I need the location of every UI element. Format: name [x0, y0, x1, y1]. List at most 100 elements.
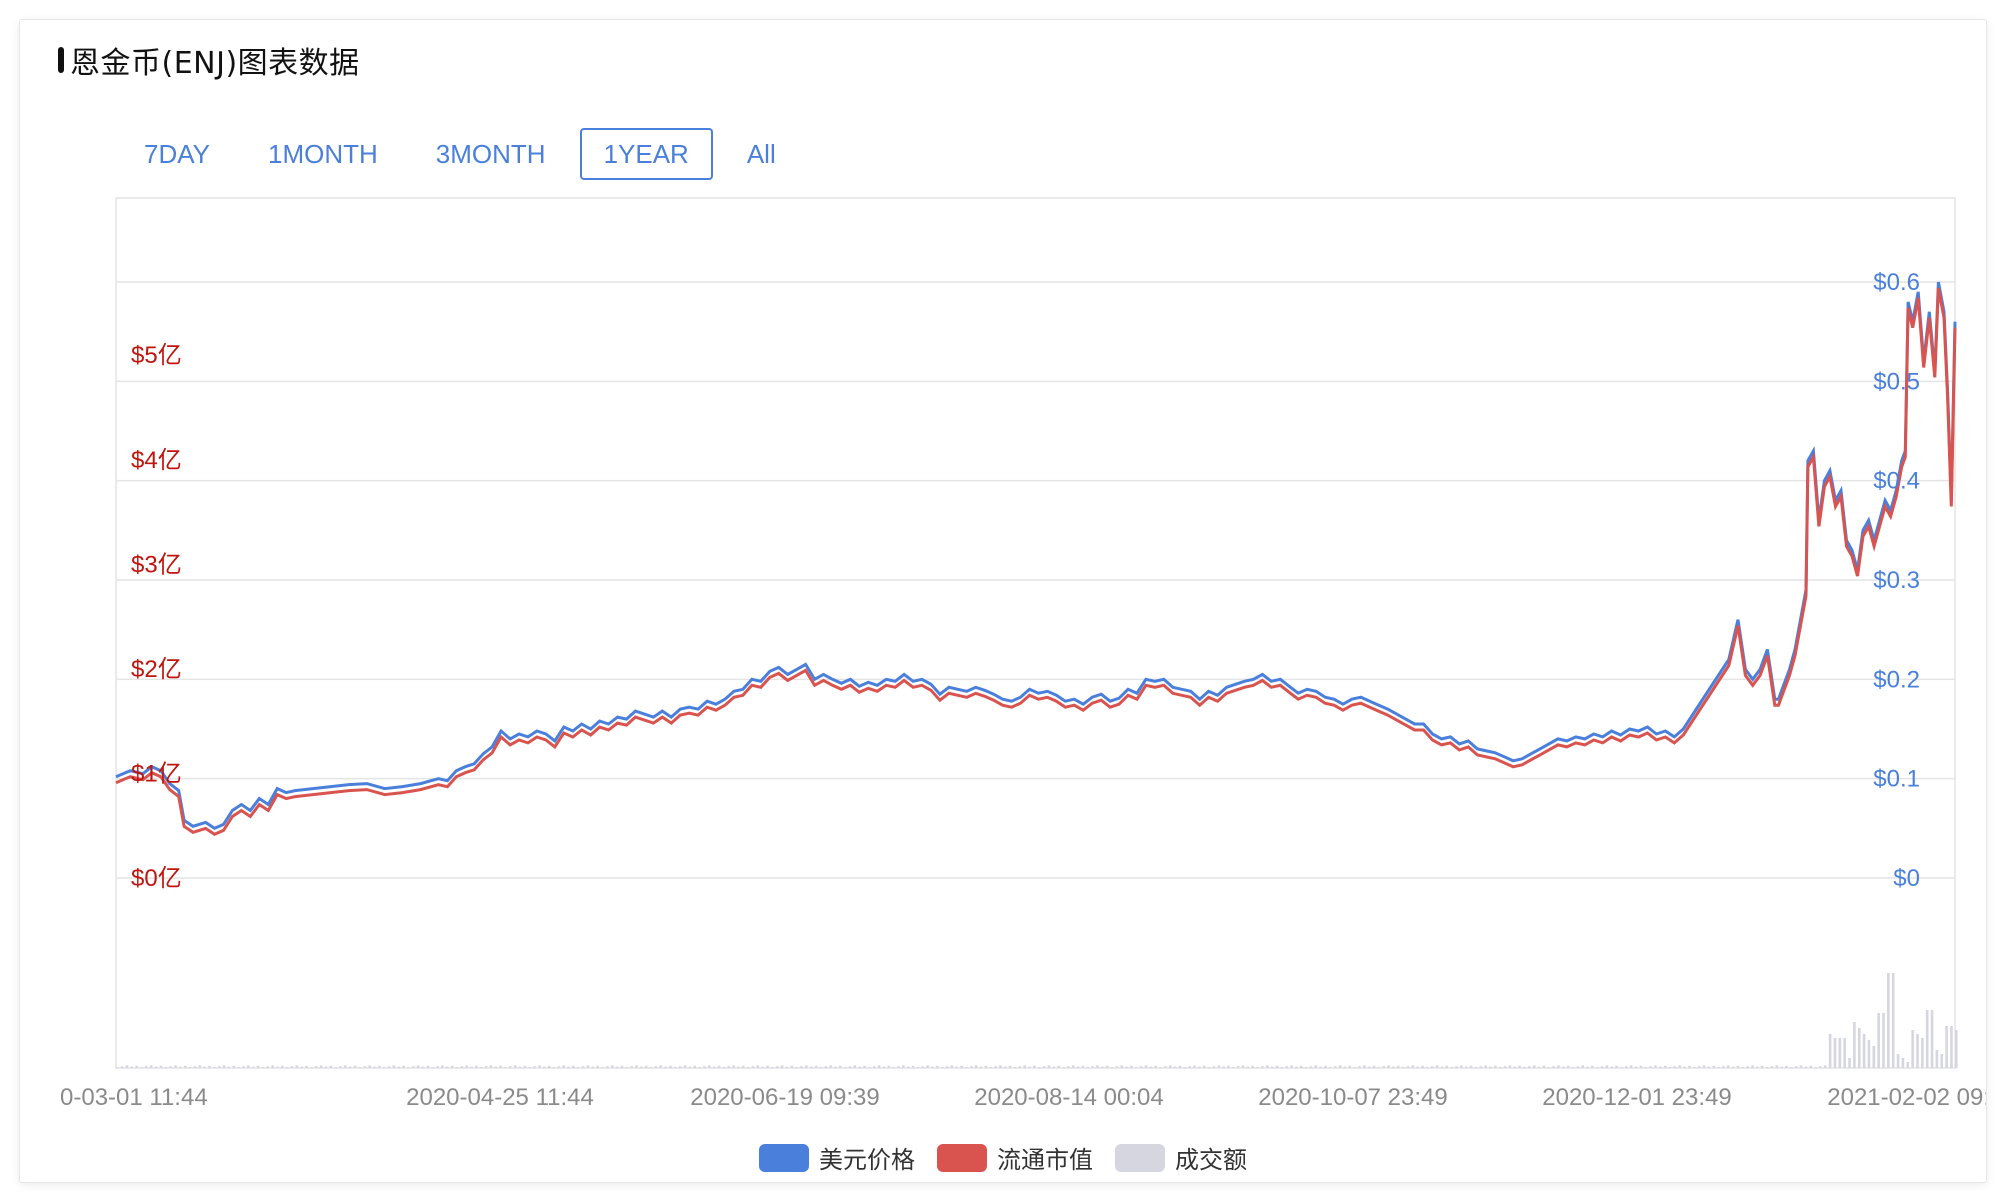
volume-bar — [984, 1065, 988, 1068]
legend-item-volume[interactable]: 成交额 — [1115, 1140, 1247, 1175]
volume-bar — [795, 1067, 798, 1068]
volume-bar — [135, 1065, 139, 1068]
volume-bar — [1236, 1066, 1240, 1068]
volume-bar — [120, 1066, 124, 1068]
volume-bar — [387, 1066, 391, 1068]
volume-bar — [1314, 1065, 1318, 1068]
volume-bar — [116, 1067, 119, 1068]
volume-bar — [1625, 1066, 1628, 1068]
volume-bar — [931, 1066, 934, 1068]
volume-bar — [756, 1065, 760, 1068]
volume-bar — [1523, 1067, 1526, 1068]
volume-bar — [125, 1065, 129, 1068]
volume-bar — [858, 1066, 861, 1068]
volume-bar — [1896, 1054, 1900, 1068]
volume-bar — [290, 1066, 294, 1068]
volume-bar — [1561, 1066, 1565, 1068]
volume-bar — [780, 1065, 784, 1068]
volume-bar — [1232, 1067, 1235, 1068]
volume-bar — [217, 1066, 221, 1068]
volume-bar — [363, 1066, 367, 1068]
volume-bar — [1853, 1022, 1856, 1068]
volume-bar — [1003, 1066, 1007, 1068]
volume-bar — [1678, 1065, 1682, 1068]
volume-bar — [999, 1065, 1002, 1068]
volume-bar — [635, 1065, 638, 1068]
volume-bar — [436, 1066, 439, 1068]
volume-bar — [960, 1065, 963, 1068]
volume-bar — [843, 1067, 847, 1068]
volume-bar — [1265, 1065, 1269, 1068]
volume-bar — [242, 1066, 245, 1068]
volume-bar — [324, 1066, 328, 1068]
right-axis-tick: $0.1 — [1873, 766, 1920, 793]
volume-bar — [1790, 1067, 1793, 1068]
right-axis-tick: $0.4 — [1873, 468, 1920, 495]
volume-bar — [1270, 1066, 1274, 1068]
volume-bar — [838, 1065, 842, 1068]
volume-bar — [1610, 1066, 1614, 1068]
volume-bar — [1377, 1067, 1381, 1068]
right-axis-tick: $0.6 — [1873, 269, 1920, 296]
volume-bar — [489, 1065, 493, 1068]
volume-bar — [805, 1065, 808, 1068]
volume-bar — [1435, 1065, 1439, 1068]
volume-bar — [450, 1065, 454, 1068]
volume-bar — [1333, 1066, 1337, 1068]
volume-bar — [1557, 1065, 1560, 1068]
volume-bar — [940, 1067, 944, 1068]
volume-bar — [470, 1066, 473, 1068]
volume-bar — [504, 1067, 507, 1068]
left-axis-tick: $5亿 — [131, 342, 182, 369]
volume-bar — [547, 1065, 551, 1068]
price-chart: $0 $0.1 $0.2 $0.3 $0.4 $0.5 $0.6 $0亿 $1亿 $2亿 $3亿 $4… — [60, 197, 1986, 1111]
x-axis-tick: 2020-12-01 23:49 — [1542, 1084, 1732, 1111]
volume-bar — [1887, 973, 1890, 1068]
volume-bar — [1047, 1065, 1051, 1068]
volume-bar — [1227, 1065, 1230, 1068]
volume-bar — [683, 1065, 687, 1068]
volume-bar — [1479, 1066, 1483, 1068]
volume-bar — [1741, 1067, 1745, 1068]
volume-bar — [1547, 1067, 1551, 1068]
legend-item-price[interactable]: 美元价格 — [759, 1140, 915, 1175]
volume-bar — [1018, 1066, 1022, 1068]
right-axis-tick: $0 — [1893, 865, 1920, 892]
volume-bar — [601, 1067, 604, 1068]
volume-bar — [897, 1066, 900, 1068]
volume-bar — [945, 1066, 949, 1068]
volume-bar — [222, 1065, 226, 1068]
volume-bar — [1595, 1067, 1599, 1068]
volume-bar — [1634, 1066, 1638, 1068]
legend-item-market-cap[interactable]: 流通市值 — [937, 1140, 1093, 1175]
legend: 美元价格 流通市值 成交额 — [20, 1140, 1986, 1175]
volume-bar — [1731, 1066, 1735, 1068]
volume-bar — [164, 1067, 168, 1068]
volume-bar — [1304, 1067, 1308, 1068]
volume-bar — [1528, 1066, 1531, 1068]
volume-bar — [911, 1065, 915, 1068]
volume-bar — [1901, 1058, 1905, 1068]
volume-bar — [732, 1065, 735, 1068]
volume-bar — [339, 1066, 342, 1068]
volume-bar — [1566, 1065, 1570, 1068]
volume-bar — [1198, 1066, 1201, 1068]
volume-bar — [1188, 1066, 1191, 1068]
volume-bar — [1426, 1067, 1429, 1068]
volume-bar — [145, 1066, 148, 1068]
volume-bar — [140, 1067, 143, 1068]
volume-bar — [1862, 1034, 1866, 1068]
volume-bar — [1396, 1065, 1400, 1068]
volume-bar — [1814, 1067, 1817, 1068]
volume-bar — [373, 1066, 376, 1068]
volume-bar — [266, 1066, 270, 1068]
volume-bar — [1062, 1067, 1065, 1068]
volume-bar — [1955, 1030, 1958, 1068]
volume-bar — [1799, 1065, 1803, 1068]
volume-bar — [994, 1066, 997, 1068]
volume-bar — [1115, 1066, 1119, 1068]
volume-bar — [790, 1065, 794, 1068]
volume-bar — [552, 1067, 556, 1068]
volume-bar — [1586, 1066, 1589, 1068]
volume-bar — [868, 1067, 871, 1068]
